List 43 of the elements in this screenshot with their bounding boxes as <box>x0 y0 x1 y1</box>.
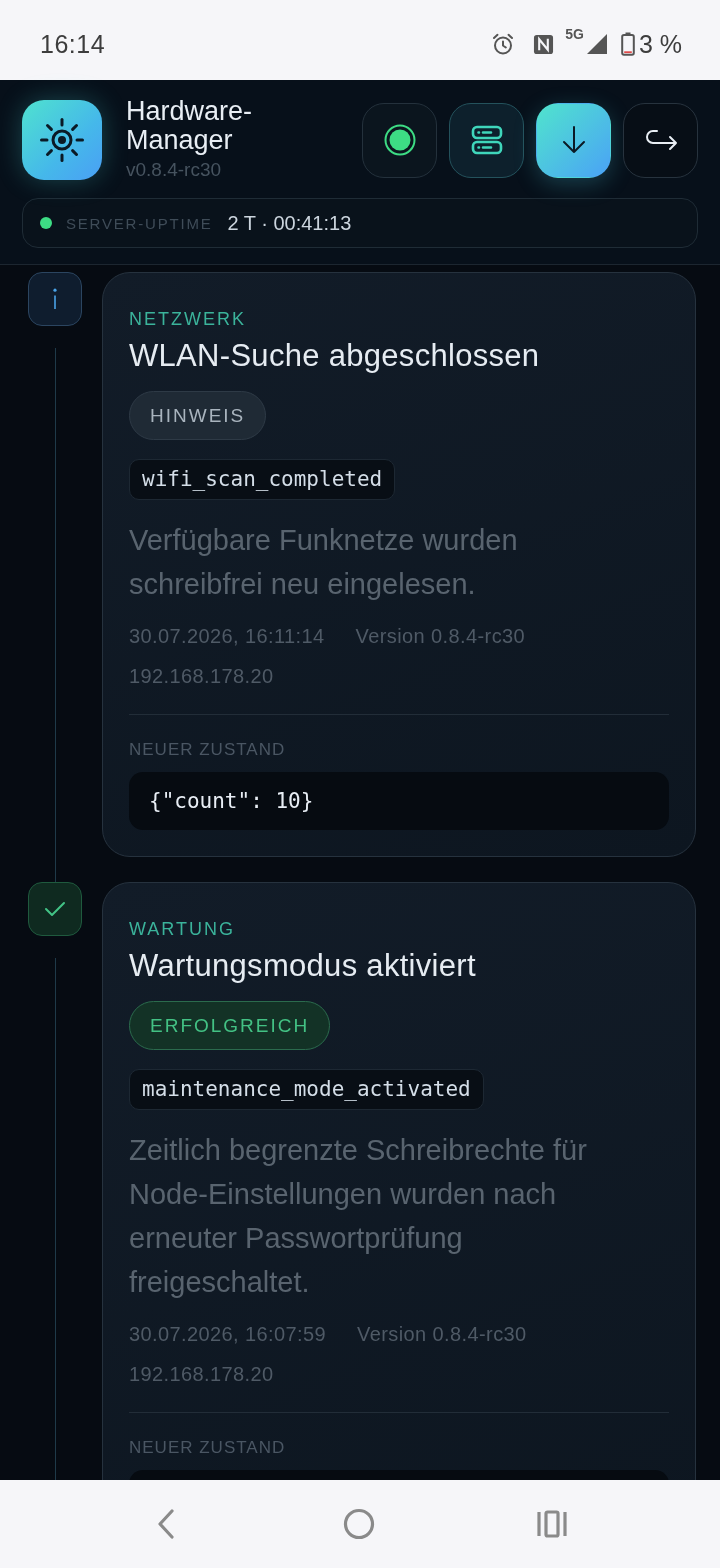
record-button[interactable] <box>362 102 437 178</box>
event-version: Version 0.8.4-rc30 <box>355 624 526 649</box>
record-icon <box>383 124 416 156</box>
network-type: 5G <box>565 27 584 41</box>
event-timestamp: 30.07.2026, 16:11:14 <box>129 624 325 649</box>
event-title: WLAN-Suche abgeschlossen <box>129 338 541 374</box>
server-icon <box>470 125 503 155</box>
event-timestamp: 30.07.2026, 16:07:59 <box>129 1322 327 1347</box>
code-block: {"count": 10} <box>129 772 669 830</box>
home-icon[interactable] <box>343 1508 375 1540</box>
forward-button[interactable] <box>623 102 698 178</box>
nfc-icon <box>533 33 555 55</box>
event-version: Version 0.8.4-rc30 <box>357 1322 527 1347</box>
server-button[interactable] <box>449 102 524 178</box>
app-title: Hardware-Manager <box>126 97 254 155</box>
event-category: NETZWERK <box>129 309 247 329</box>
event-ip-address: 192.168.178.20 <box>129 1362 274 1387</box>
download-icon <box>560 125 587 155</box>
battery-icon <box>620 32 635 56</box>
sun-icon <box>22 100 102 180</box>
battery-percent: 3 % <box>638 29 682 59</box>
clock-time: 16:14 <box>40 29 106 59</box>
state-label: NEUER ZUSTAND <box>129 1438 287 1458</box>
event-ip-address: 192.168.178.20 <box>129 664 274 689</box>
status-badge: HINWEIS <box>129 391 267 440</box>
version-label: v0.8.4-rc30 <box>126 158 223 182</box>
download-button[interactable] <box>536 102 611 178</box>
event-code: maintenance_mode_activated <box>129 1069 484 1110</box>
state-label: NEUER ZUSTAND <box>129 740 287 760</box>
status-badge: ERFOLGREICH <box>129 1001 331 1050</box>
uptime-label: SERVER-UPTIME <box>66 214 213 232</box>
event-code: wifi_scan_completed <box>129 459 396 500</box>
back-icon[interactable] <box>157 1508 175 1540</box>
signal-icon <box>585 33 608 55</box>
event-category: WARTUNG <box>129 919 236 939</box>
event-title: Wartungsmodus aktiviert <box>129 948 477 984</box>
recents-icon[interactable] <box>536 1510 568 1538</box>
event-description: Verfügbare Funknetze wurden schreibfrei neu eingelesen. <box>129 523 519 602</box>
uptime-value: 2 T · 00:41:13 <box>227 211 352 235</box>
check-icon <box>28 882 82 936</box>
alarm-clock-icon <box>491 32 516 56</box>
event-description: Zeitlich begrenzte Schreibrechte für Node-Einstellungen wurden nach erneuter Passwortprüfung freigeschaltet. <box>129 1133 588 1300</box>
info-icon <box>28 272 82 326</box>
